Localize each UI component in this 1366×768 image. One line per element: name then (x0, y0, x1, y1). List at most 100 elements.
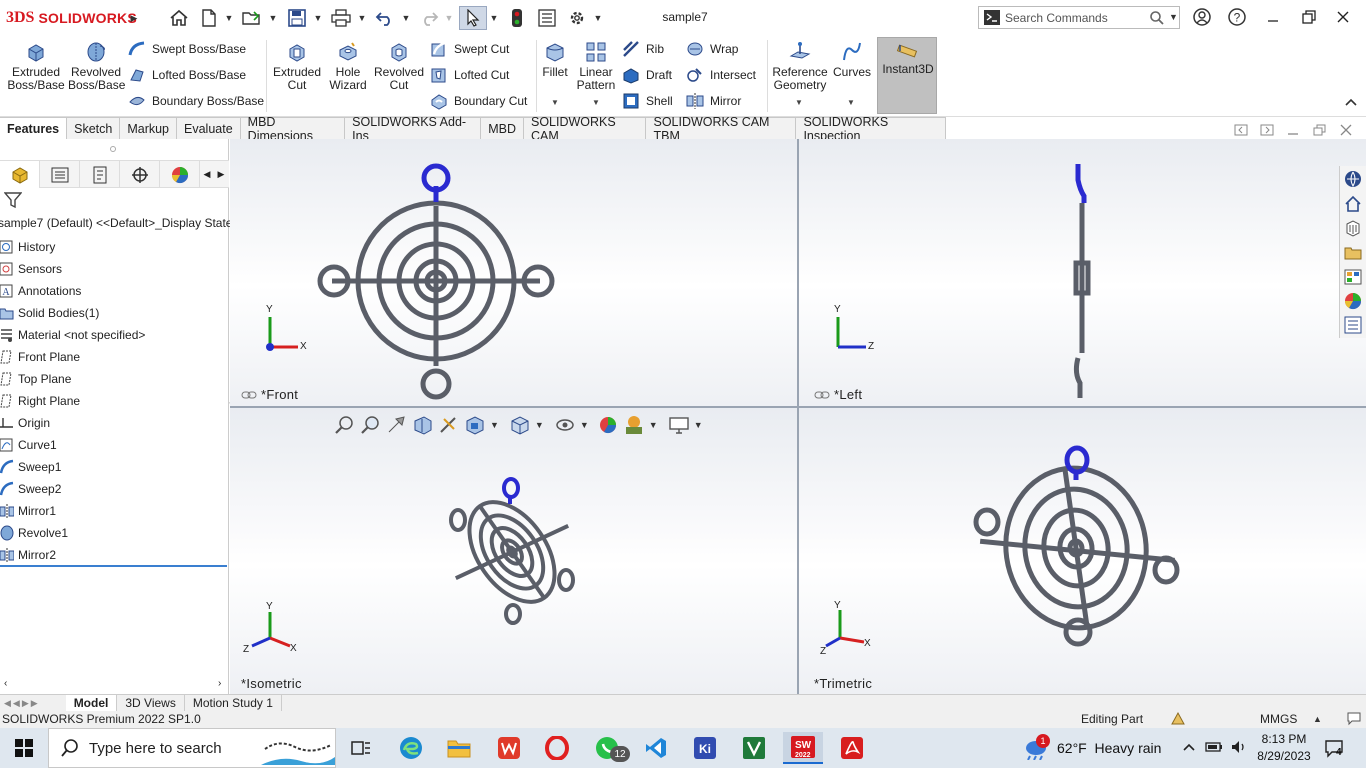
tree-item-front-plane[interactable]: Front Plane (0, 346, 80, 368)
solidworks-taskbar-icon[interactable]: SW 2022 (783, 732, 823, 764)
first-tab-icon[interactable]: ◀ (4, 698, 11, 709)
doc-restore-icon[interactable] (1313, 124, 1327, 139)
print-dropdown-icon[interactable]: ▼ (357, 6, 367, 30)
opera-browser-icon[interactable] (537, 732, 577, 764)
fillet-button[interactable]: Fillet (538, 40, 572, 79)
tree-item-revolve1[interactable]: Revolve1 (0, 522, 68, 544)
tree-item-history[interactable]: History (0, 236, 55, 258)
viewport-horizontal-divider[interactable] (230, 406, 1366, 408)
previous-view-icon[interactable] (386, 415, 408, 435)
viewport-tile-right-icon[interactable] (1260, 124, 1274, 139)
tree-scroll-left-icon[interactable]: ‹ (4, 678, 7, 689)
tab-model[interactable]: Model (65, 695, 118, 711)
close-icon[interactable] (1327, 4, 1359, 30)
swept-boss-button[interactable]: Swept Boss/Base (128, 38, 246, 60)
zoom-to-fit-icon[interactable] (334, 415, 356, 435)
intersect-button[interactable]: Intersect (686, 64, 756, 86)
view-orientation-dropdown-icon[interactable]: ▼ (490, 420, 499, 430)
lofted-boss-button[interactable]: Lofted Boss/Base (128, 64, 246, 86)
minimize-icon[interactable] (1257, 4, 1289, 30)
search-commands-input[interactable]: Search Commands ▼ (978, 6, 1180, 29)
lofted-cut-button[interactable]: Lofted Cut (430, 64, 509, 86)
revolved-cut-button[interactable]: Revolved Cut (372, 40, 426, 92)
clock-time[interactable]: 8:13 PM (1258, 732, 1310, 746)
shell-button[interactable]: Shell (622, 90, 673, 112)
new-dropdown-icon[interactable]: ▼ (224, 6, 234, 30)
pattern-dropdown-icon[interactable]: ▼ (592, 98, 600, 107)
tree-item-mirror2[interactable]: Mirror2 (0, 544, 56, 566)
part-front-view[interactable] (310, 158, 560, 403)
file-explorer-taskbar-icon[interactable] (439, 732, 479, 764)
tree-item-mirror1[interactable]: Mirror1 (0, 500, 56, 522)
appearances-scenes-icon[interactable] (1341, 290, 1365, 312)
rebuild-icon[interactable] (506, 6, 528, 30)
status-units[interactable]: MMGS (1260, 712, 1297, 726)
excel-vba-icon[interactable] (734, 732, 774, 764)
tab-solidworks-addins[interactable]: SOLIDWORKS Add-Ins (345, 115, 482, 143)
select-pointer-icon[interactable] (459, 6, 487, 30)
panel-scroll-right-icon[interactable]: ▶ (214, 161, 228, 188)
tree-root[interactable]: sample7 (Default) <<Default>_Display Sta… (0, 216, 232, 230)
tooltip-icon[interactable] (1346, 711, 1362, 729)
weather-text[interactable]: 62°F Heavy rain (1057, 740, 1161, 756)
menu-expand-icon[interactable]: ▶ (128, 6, 140, 30)
reference-geometry-dropdown-icon[interactable]: ▼ (795, 98, 803, 107)
tree-item-sensors[interactable]: Sensors (0, 258, 62, 280)
custom-properties-icon[interactable] (1341, 314, 1365, 336)
propertymanager-tab[interactable] (40, 161, 80, 188)
reference-geometry-button[interactable]: Reference Geometry (770, 40, 830, 92)
dimxpert-tab[interactable] (120, 161, 160, 188)
design-library-icon[interactable] (1341, 217, 1365, 239)
save-icon[interactable] (285, 6, 309, 30)
panel-grip-icon[interactable] (110, 146, 116, 152)
battery-icon[interactable] (1205, 740, 1223, 757)
tree-item-solid-bodies[interactable]: Solid Bodies(1) (0, 302, 99, 324)
tree-item-right-plane[interactable]: Right Plane (0, 390, 80, 412)
extruded-cut-button[interactable]: Extruded Cut (270, 40, 324, 92)
search-icon[interactable] (1149, 10, 1165, 29)
hole-wizard-button[interactable]: Hole Wizard (326, 40, 370, 92)
fillet-dropdown-icon[interactable]: ▼ (551, 98, 559, 107)
curves-button[interactable]: Curves (832, 40, 872, 79)
apply-scene-icon[interactable] (623, 415, 645, 435)
redo-icon[interactable] (417, 6, 441, 30)
tree-item-origin[interactable]: Origin (0, 412, 50, 434)
rib-button[interactable]: Rib (622, 38, 664, 60)
wps-office-icon[interactable] (489, 732, 529, 764)
last-tab-icon[interactable]: ▶ (31, 698, 38, 709)
task-view-icon[interactable] (341, 732, 381, 764)
home-task-pane-icon[interactable] (1341, 193, 1365, 215)
file-explorer-icon[interactable] (1341, 242, 1365, 264)
extruded-boss-button[interactable]: Extruded Boss/Base (6, 40, 66, 92)
tab-markup[interactable]: Markup (120, 117, 178, 139)
tree-item-sweep1[interactable]: Sweep1 (0, 456, 61, 478)
vscode-icon[interactable] (636, 732, 676, 764)
tree-scroll-right-icon[interactable]: › (218, 678, 221, 689)
doc-minimize-icon[interactable] (1287, 124, 1299, 139)
view-settings-monitor-icon[interactable] (668, 415, 690, 435)
rebuild-status-icon[interactable] (1170, 711, 1186, 729)
taskbar-search-box[interactable]: Type here to search (48, 728, 336, 768)
curves-dropdown-icon[interactable]: ▼ (847, 98, 855, 107)
featuremanager-tab[interactable] (0, 161, 40, 188)
draft-button[interactable]: Draft (622, 64, 672, 86)
collapse-ribbon-icon[interactable] (1344, 96, 1358, 110)
tab-sketch[interactable]: Sketch (67, 117, 121, 139)
windows-start-icon[interactable] (4, 732, 44, 764)
redo-dropdown-icon[interactable]: ▼ (444, 6, 454, 30)
volume-icon[interactable] (1230, 739, 1248, 758)
units-dropdown-icon[interactable]: ▲ (1313, 714, 1322, 724)
save-dropdown-icon[interactable]: ▼ (313, 6, 323, 30)
select-dropdown-icon[interactable]: ▼ (489, 6, 499, 30)
open-icon[interactable] (240, 6, 264, 30)
instant3d-button[interactable]: Instant3D (877, 37, 937, 114)
part-trimetric-view[interactable] (968, 440, 1188, 650)
display-style-icon[interactable] (509, 415, 531, 435)
solidworks-logo[interactable]: 3DS SOLIDWORKS (6, 6, 137, 30)
swept-cut-button[interactable]: Swept Cut (430, 38, 509, 60)
prev-tab-icon[interactable]: ◀ (13, 698, 20, 709)
view-settings-dropdown-icon[interactable]: ▼ (694, 420, 703, 430)
part-isometric-view[interactable] (440, 470, 585, 630)
tree-item-top-plane[interactable]: Top Plane (0, 368, 71, 390)
next-tab-icon[interactable]: ▶ (22, 698, 29, 709)
